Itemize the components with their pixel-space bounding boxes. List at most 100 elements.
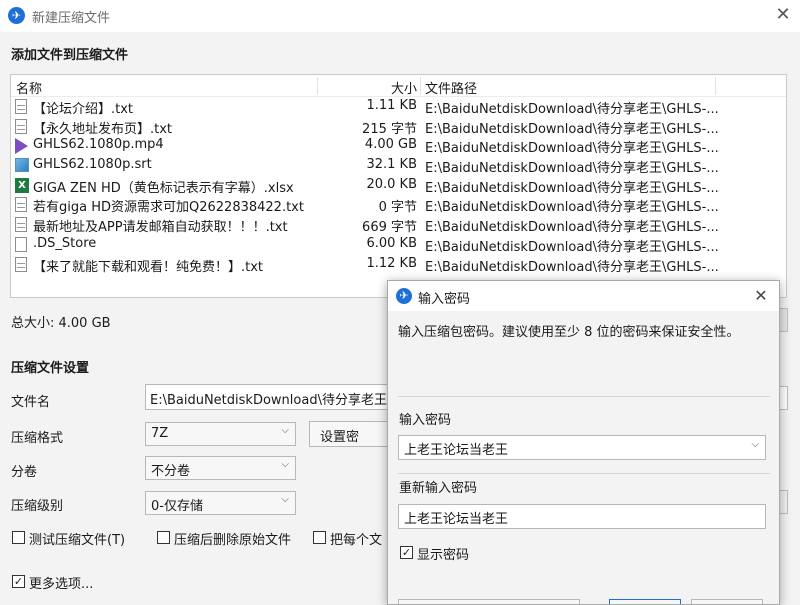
file-path: E:\BaiduNetdiskDownload\待分享老王\GHLS-... [425,220,719,236]
show-password-checkbox[interactable]: ✓ [400,546,413,559]
file-list[interactable]: 名称 大小 文件路径 【论坛介绍】.txt 1.11 KB E:\BaiduNetd… [10,74,787,298]
file-path: E:\BaiduNetdiskDownload\待分享老王\GHLS-... [425,180,719,196]
file-rows: 【论坛介绍】.txt 1.11 KB E:\BaiduNetdiskDownload… [11,97,786,275]
password-label: 输入密码 [399,413,452,428]
file-row[interactable]: 若有giga HD资源需求可加Q2622838422.txt 0 字节 E:\Bai… [11,195,786,215]
total-size: 总大小: 4.00 GB [11,316,111,331]
chevron-down-icon: ⌵ [281,494,289,505]
video-file-icon [15,138,30,155]
level-value: 0-仅存储 [151,499,203,514]
text-file-icon [15,99,30,115]
dialog-button-ok[interactable] [609,599,681,604]
file-size: 1.11 KB [366,98,417,113]
file-row[interactable]: GHLS62.1080p.srt 32.1 KB E:\BaiduNetdiskDo… [11,156,786,176]
password-dialog: ✈ 输入密码 ✕ 输入压缩包密码。建议使用至少 8 位的密码来保证安全性。 输入… [387,280,780,605]
file-row[interactable]: GHLS62.1080p.mp4 4.00 GB E:\BaiduNetdiskDo… [11,136,786,156]
blank-file-icon [15,236,30,253]
file-row[interactable]: X GIGA ZEN HD（黄色标记表示有字幕）.xlsx 20.0 KB E:\Ba… [11,176,786,196]
each-file-checkbox[interactable] [313,531,326,544]
file-row[interactable]: 【论坛介绍】.txt 1.11 KB E:\BaiduNetdiskDownload… [11,97,786,117]
text-file-icon [15,256,30,273]
delete-original-label[interactable]: 压缩后删除原始文件 [174,529,291,548]
chevron-down-icon: ⌵ [281,459,289,470]
chevron-down-icon: ⌵ [281,425,289,436]
file-name: 【论坛介绍】.txt [33,102,134,117]
file-name: GHLS62.1080p.mp4 [33,137,164,153]
each-file-label[interactable]: 把每个文 [330,529,387,548]
file-name: GIGA ZEN HD（黄色标记表示有字幕）.xlsx [33,180,294,196]
dialog-description: 输入压缩包密码。建议使用至少 8 位的密码来保证安全性。 [398,325,740,340]
file-list-header: 名称 大小 文件路径 [11,75,786,97]
close-icon[interactable]: ✕ [750,285,772,307]
dialog-divider [398,396,770,397]
column-header-size[interactable]: 大小 [333,78,417,97]
set-password-button[interactable]: 设置密 [309,421,399,447]
file-name: .DS_Store [33,235,97,251]
split-value: 不分卷 [151,464,191,479]
file-path: E:\BaiduNetdiskDownload\待分享老王\GHLS-... [425,121,719,137]
subtitle-file-icon [15,158,30,174]
column-header-name[interactable]: 名称 [16,78,42,97]
file-name: 若有giga HD资源需求可加Q2622838422.txt [33,200,304,216]
file-path: E:\BaiduNetdiskDownload\待分享老王\GHLS-... [425,161,719,177]
filename-input[interactable]: E:\BaiduNetdiskDownload\待分享老王\G [145,384,405,410]
file-name: GHLS62.1080p.srt [33,157,152,173]
dialog-divider [398,473,770,474]
dialog-button-left[interactable] [398,599,580,604]
reenter-password-input[interactable]: 上老王论坛当老王 [398,504,766,529]
chevron-down-icon[interactable]: ⌵ [751,439,759,450]
dialog-title: 输入密码 [418,292,471,307]
file-row[interactable]: .DS_Store 6.00 KB E:\BaiduNetdiskDownload\… [11,235,786,255]
file-row[interactable]: 【永久地址发布页】.txt 215 字节 E:\BaiduNetdiskDownlo… [11,117,786,137]
test-checkbox-label[interactable]: 测试压缩文件(T) [29,529,125,548]
filename-label: 文件名 [11,395,51,410]
split-select[interactable]: 不分卷 ⌵ [145,456,296,480]
delete-original-checkbox[interactable] [157,531,170,544]
file-name: 【来了就能下载和观看！纯免费！】.txt [33,259,264,275]
file-size: 1.12 KB [366,255,417,271]
more-options-checkbox[interactable]: ✓ [12,575,25,588]
format-label: 压缩格式 [11,431,64,446]
window-titlebar: ✈ 新建压缩文件 ✕ [0,0,800,32]
file-size: 215 字节 [362,121,417,137]
file-size: 20.0 KB [366,176,417,192]
file-name: 最新地址及APP请发邮箱自动获取！！！.txt [33,220,288,236]
text-file-icon [15,217,30,233]
file-path: E:\BaiduNetdiskDownload\待分享老王\GHLS-... [425,141,719,157]
text-file-icon [15,118,30,135]
baidu-netdisk-icon: ✈ [8,7,25,24]
file-size: 6.00 KB [366,235,417,251]
dialog-titlebar: ✈ 输入密码 ✕ [388,281,779,311]
format-select[interactable]: 7Z ⌵ [145,422,296,446]
level-select[interactable]: 0-仅存储 ⌵ [145,491,296,515]
add-files-heading: 添加文件到压缩文件 [11,48,129,63]
show-password-label[interactable]: 显示密码 [417,544,469,563]
file-size: 0 字节 [378,200,417,216]
format-value: 7Z [151,426,169,441]
text-file-icon [15,197,30,213]
close-icon[interactable]: ✕ [772,4,794,26]
file-row[interactable]: 【来了就能下载和观看！纯免费！】.txt 1.12 KB E:\BaiduNetdi… [11,255,786,275]
split-label: 分卷 [11,465,38,480]
more-options-label[interactable]: 更多选项... [29,573,93,592]
password-value: 上老王论坛当老王 [404,443,509,458]
file-row[interactable]: 最新地址及APP请发邮箱自动获取！！！.txt 669 字节 E:\BaiduNet… [11,215,786,235]
file-size: 4.00 GB [364,137,417,153]
column-header-path[interactable]: 文件路径 [425,78,477,97]
window-title: 新建压缩文件 [32,11,111,26]
dialog-button-cancel[interactable] [691,599,763,604]
file-name: 【永久地址发布页】.txt [33,121,173,137]
file-size: 669 字节 [362,220,417,236]
settings-heading: 压缩文件设置 [11,361,90,376]
excel-file-icon: X [15,177,30,194]
level-label: 压缩级别 [11,499,64,514]
file-path: E:\BaiduNetdiskDownload\待分享老王\GHLS-... [425,102,719,117]
file-path: E:\BaiduNetdiskDownload\待分享老王\GHLS-... [425,200,719,216]
file-size: 32.1 KB [366,157,417,173]
file-path: E:\BaiduNetdiskDownload\待分享老王\GHLS-... [425,259,719,275]
reenter-password-label: 重新输入密码 [399,481,478,496]
baidu-netdisk-icon: ✈ [396,288,412,304]
file-path: E:\BaiduNetdiskDownload\待分享老王\GHLS-... [425,239,719,255]
test-checkbox[interactable] [12,531,25,544]
password-input[interactable]: 上老王论坛当老王 ⌵ [398,435,766,460]
